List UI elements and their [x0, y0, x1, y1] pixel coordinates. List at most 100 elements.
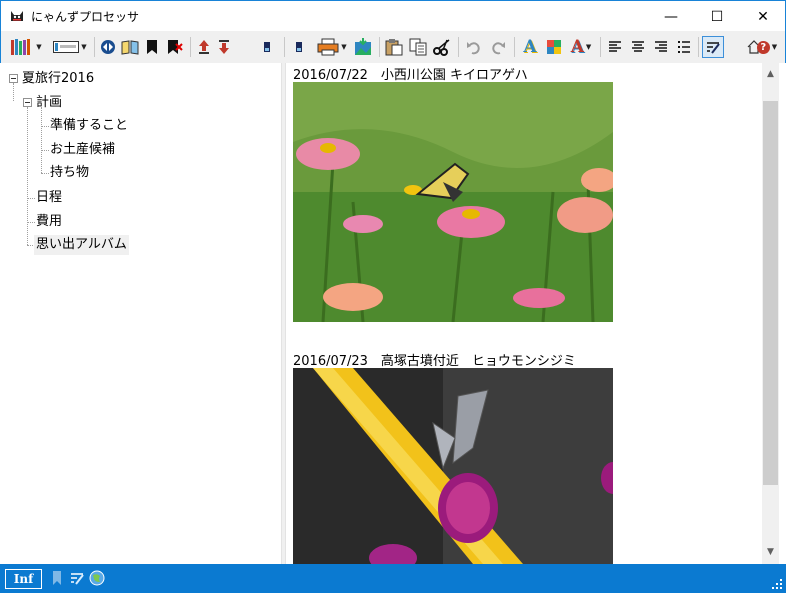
maximize-icon: ☐ — [710, 8, 724, 25]
move-down-icon — [219, 40, 229, 54]
paste-icon — [385, 39, 403, 56]
app-cat-icon — [9, 8, 25, 24]
toolbar-separator — [698, 37, 699, 57]
print-icon — [317, 38, 339, 56]
align-right-icon — [655, 41, 667, 52]
tree-connector — [27, 198, 35, 199]
title-bar: にゃんずプロセッサ — ☐ ✕ — [0, 0, 786, 31]
tree-node-souvenirs[interactable]: お土産候補 — [50, 140, 115, 160]
redo-icon — [492, 42, 505, 55]
vertical-scrollbar[interactable]: ▲ ▼ — [762, 63, 779, 564]
edit-mode-button[interactable] — [702, 36, 724, 58]
list-button[interactable] — [673, 36, 695, 58]
node-icon — [296, 42, 302, 52]
status-bar: Inf — [0, 564, 786, 593]
dropdown-arrow-icon: ▼ — [341, 43, 347, 51]
tree-collapse-icon[interactable] — [9, 74, 18, 83]
copy-icon — [409, 38, 427, 56]
dropdown-arrow-icon: ▼ — [771, 43, 778, 51]
toolbar-separator — [514, 37, 515, 57]
font-button[interactable]: A — [519, 36, 541, 58]
paste-button[interactable] — [383, 36, 405, 58]
align-right-button[interactable] — [650, 36, 672, 58]
bookmark-status-icon[interactable] — [51, 570, 67, 586]
tree-pane: 夏旅行2016 計画 準備すること お土産候補 持ち物 日程 費用 思い出アルバ… — [1, 63, 281, 564]
node-button-2[interactable] — [290, 36, 308, 58]
move-up-button[interactable] — [194, 36, 214, 58]
tree-connector — [41, 107, 42, 173]
undo-icon — [467, 42, 480, 55]
insert-image-button[interactable] — [352, 36, 374, 58]
redo-button[interactable] — [487, 36, 509, 58]
content-pane[interactable]: 2016/07/22 小西川公園 キイロアゲハ 2016/07/23 高塚古墳付… — [286, 63, 762, 564]
tree-node-preparation[interactable]: 準備すること — [50, 116, 128, 136]
bookshelf-icon — [11, 39, 31, 55]
navigate-button[interactable] — [98, 36, 118, 58]
align-center-button[interactable] — [627, 36, 649, 58]
tree-node-cost[interactable]: 費用 — [36, 212, 62, 232]
resize-grip-icon[interactable] — [772, 579, 782, 589]
toolbar-separator — [94, 37, 95, 57]
bookshelf-button[interactable]: ▼ — [7, 36, 45, 58]
toolbar-separator — [600, 37, 601, 57]
tree-connector — [41, 173, 49, 174]
entry-caption-2: 2016/07/23 高塚古墳付近 ヒョウモンシジミ — [293, 354, 576, 369]
toolbar: ▼ ▼ ▼ A A ▼ ? ▼ — [0, 31, 786, 63]
color-button[interactable] — [543, 36, 565, 58]
dropdown-arrow-icon: ▼ — [585, 43, 592, 51]
scroll-up-icon[interactable]: ▲ — [762, 65, 779, 82]
move-down-button[interactable] — [214, 36, 234, 58]
tree-connector — [27, 222, 35, 223]
insert-image-icon — [355, 38, 371, 55]
tree-node-schedule[interactable]: 日程 — [36, 188, 62, 208]
font-icon: A — [523, 37, 537, 57]
color-icon — [547, 40, 561, 54]
tree-node-plan[interactable]: 計画 — [36, 93, 62, 113]
text-color-icon: A — [570, 37, 584, 57]
bookmark-delete-icon — [168, 40, 183, 54]
align-left-icon — [609, 41, 621, 52]
tree-node-album[interactable]: 思い出アルバム — [34, 235, 129, 255]
tree-connector — [13, 83, 14, 101]
tree-layout-button[interactable]: ▼ — [51, 36, 89, 58]
copy-button[interactable] — [407, 36, 429, 58]
undo-button[interactable] — [463, 36, 485, 58]
scrollbar-thumb[interactable] — [763, 101, 778, 485]
tree-node-root[interactable]: 夏旅行2016 — [22, 69, 94, 89]
bookmark-button[interactable] — [142, 36, 162, 58]
butterfly-photo-2 — [293, 368, 613, 564]
tree-layout-icon — [53, 41, 80, 53]
globe-icon[interactable] — [89, 570, 105, 586]
align-center-icon — [632, 41, 644, 52]
status-mode-indicator[interactable]: Inf — [5, 569, 42, 589]
close-button[interactable]: ✕ — [740, 1, 786, 32]
toolbar-separator — [284, 37, 285, 57]
toolbar-separator — [458, 37, 459, 57]
scroll-down-icon[interactable]: ▼ — [762, 543, 779, 560]
edit-status-icon[interactable] — [69, 570, 85, 586]
cut-button[interactable] — [431, 36, 453, 58]
cut-icon — [433, 39, 450, 56]
minimize-button[interactable]: — — [648, 1, 694, 32]
edit-mode-icon — [707, 42, 720, 54]
window-title: にゃんずプロセッサ — [31, 10, 140, 24]
dropdown-arrow-icon: ▼ — [81, 43, 87, 51]
help-icon: ? — [756, 40, 770, 54]
move-up-icon — [199, 40, 209, 54]
maximize-button[interactable]: ☐ — [694, 1, 740, 32]
help-button[interactable]: ? ▼ — [743, 36, 781, 58]
minimize-icon: — — [664, 8, 678, 25]
bookmark-delete-button[interactable] — [164, 36, 186, 58]
tree-connector — [41, 150, 49, 151]
bookmark-icon — [147, 40, 157, 54]
tree-node-belongings[interactable]: 持ち物 — [50, 163, 89, 183]
open-book-button[interactable] — [120, 36, 140, 58]
node-button-1[interactable] — [258, 36, 276, 58]
close-icon: ✕ — [757, 8, 769, 25]
open-book-icon — [121, 40, 139, 55]
tree-collapse-icon[interactable] — [23, 98, 32, 107]
text-color-button[interactable]: A ▼ — [567, 36, 595, 58]
align-left-button[interactable] — [604, 36, 626, 58]
print-button[interactable]: ▼ — [314, 36, 350, 58]
navigate-icon — [101, 40, 115, 54]
